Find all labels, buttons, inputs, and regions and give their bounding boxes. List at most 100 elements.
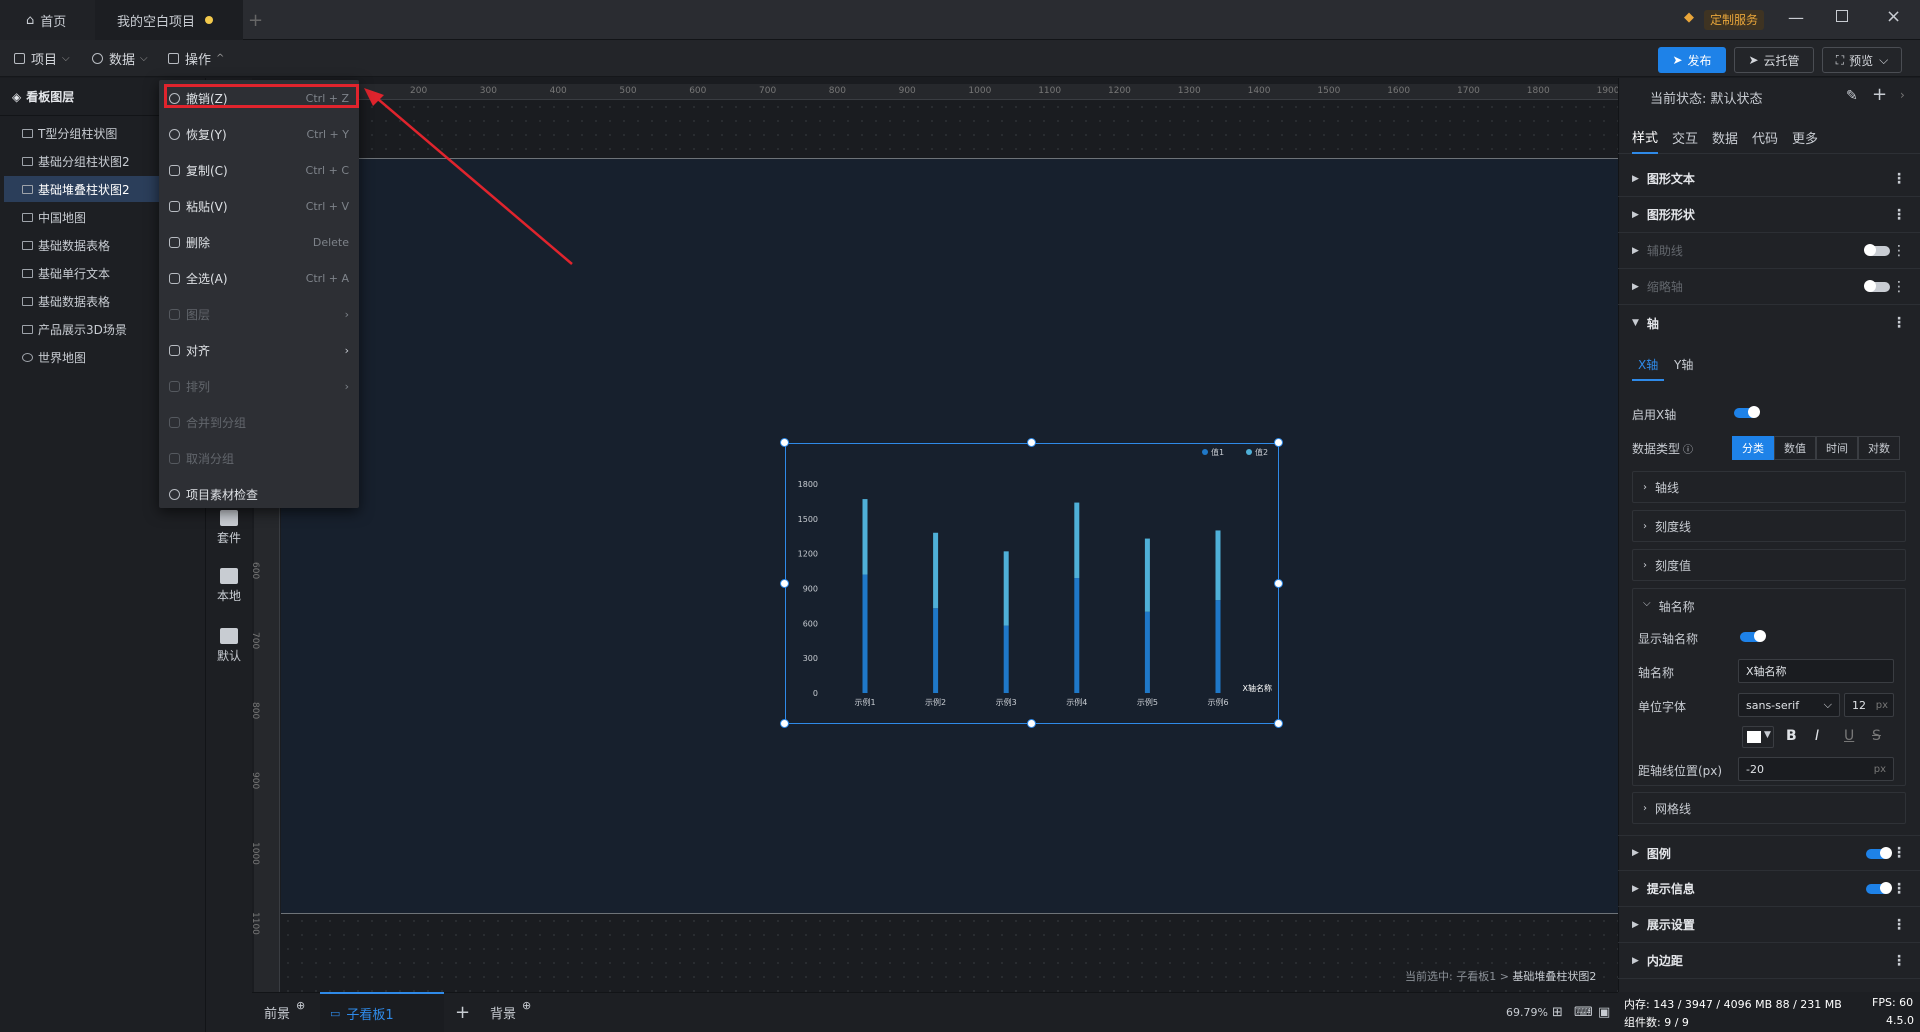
tab-y-axis[interactable]: Y轴 <box>1674 356 1693 373</box>
tab-home[interactable]: ⌂ 首页 <box>0 0 95 40</box>
section-tooltip[interactable]: ▶ 提示信息 ⋮ <box>1618 871 1920 907</box>
more-icon[interactable]: ⋮ <box>1892 207 1906 223</box>
layer-item[interactable]: 基础单行文本 <box>4 260 162 286</box>
tab-style[interactable]: 样式 <box>1632 120 1659 154</box>
section-aux-line[interactable]: ▶ 辅助线 ⋮ <box>1618 233 1920 269</box>
tab-data[interactable]: 数据 <box>1712 120 1738 154</box>
menu-project[interactable]: 项目 ⌵ <box>14 40 70 77</box>
zoom-level[interactable]: 69.79% <box>1506 992 1548 1032</box>
section-padding[interactable]: ▶ 内边距 ⋮ <box>1618 943 1920 979</box>
more-icon[interactable]: ⋮ <box>1892 315 1906 331</box>
layer-item[interactable]: 基础分组柱状图2 <box>4 148 162 174</box>
section-axis[interactable]: ▼ 轴 ⋮ <box>1618 305 1920 341</box>
zoom-axis-toggle[interactable] <box>1864 280 1890 292</box>
plus-icon[interactable]: + <box>1872 84 1887 105</box>
help-icon[interactable]: ⓘ <box>1683 445 1693 456</box>
menu-item-asset-check[interactable]: 项目素材检查 <box>159 476 359 512</box>
menu-item-select-all[interactable]: 全选(A) Ctrl + A <box>159 260 359 296</box>
more-icon[interactable]: ⋮ <box>1892 953 1906 969</box>
resize-handle[interactable] <box>1274 719 1283 728</box>
add-tab-button[interactable]: + <box>248 0 263 40</box>
section-shape-form[interactable]: ▶ 图形形状 ⋮ <box>1618 197 1920 233</box>
tab-code[interactable]: 代码 <box>1752 120 1778 154</box>
resize-handle[interactable] <box>780 719 789 728</box>
data-type-category[interactable]: 分类 <box>1732 436 1774 460</box>
resize-handle[interactable] <box>1027 438 1036 447</box>
color-picker[interactable]: ▼ <box>1742 726 1774 748</box>
section-zoom-axis[interactable]: ▶ 缩略轴 ⋮ <box>1618 269 1920 305</box>
layer-item[interactable]: 基础数据表格 <box>4 288 162 314</box>
tab-interaction[interactable]: 交互 <box>1672 120 1698 154</box>
terminal-icon[interactable]: ▣ <box>1598 992 1610 1032</box>
tab-more[interactable]: 更多 <box>1792 120 1818 154</box>
tab-project[interactable]: 我的空白项目 <box>95 0 243 40</box>
data-type-time[interactable]: 时间 <box>1816 436 1858 460</box>
more-icon[interactable]: ⋮ <box>1892 917 1906 933</box>
subsection-grid-line[interactable]: › 网格线 <box>1632 792 1906 824</box>
local-tool[interactable]: 本地 <box>206 568 252 604</box>
more-icon[interactable]: ⋮ <box>1892 171 1906 187</box>
legend-toggle[interactable] <box>1866 847 1892 859</box>
fit-screen-icon[interactable]: ⊞ <box>1552 992 1563 1032</box>
menu-item-copy[interactable]: 复制(C) Ctrl + C <box>159 152 359 188</box>
aux-line-toggle[interactable] <box>1864 244 1890 256</box>
subsection-tick-line[interactable]: › 刻度线 <box>1632 510 1906 542</box>
more-icon[interactable]: ⋮ <box>1892 243 1906 259</box>
section-legend[interactable]: ▶ 图例 ⋮ <box>1618 835 1920 871</box>
font-family-select[interactable]: sans-serif ⌵ <box>1738 693 1840 717</box>
layer-item[interactable]: 世界地图 <box>4 344 162 370</box>
layer-item[interactable]: 基础数据表格 <box>4 232 162 258</box>
italic-icon[interactable]: I <box>1815 728 1819 744</box>
more-icon[interactable]: ⋮ <box>1892 845 1906 861</box>
resize-handle[interactable] <box>780 438 789 447</box>
data-type-value[interactable]: 数值 <box>1774 436 1816 460</box>
chart-selection-box[interactable] <box>785 443 1279 724</box>
more-icon[interactable]: ⋮ <box>1892 881 1906 897</box>
more-icon[interactable]: ⋮ <box>1892 279 1906 295</box>
subsection-axis-line[interactable]: › 轴线 <box>1632 471 1906 503</box>
default-tool[interactable]: 默认 <box>206 628 252 664</box>
breadcrumb-current[interactable]: 基础堆叠柱状图2 <box>1512 970 1596 983</box>
data-type-log[interactable]: 对数 <box>1858 436 1900 460</box>
tab-sub-board[interactable]: ▭ 子看板1 <box>320 992 444 1032</box>
preview-button[interactable]: ⛶ 预览 ⌵ <box>1822 47 1902 73</box>
menu-item-redo[interactable]: 恢复(Y) Ctrl + Y <box>159 116 359 152</box>
section-shape-text[interactable]: ▶ 图形文本 ⋮ <box>1618 161 1920 197</box>
restore-icon[interactable] <box>1836 10 1848 22</box>
chevron-right-icon[interactable]: › <box>1900 88 1905 102</box>
menu-item-paste[interactable]: 粘贴(V) Ctrl + V <box>159 188 359 224</box>
enable-x-toggle[interactable] <box>1734 406 1760 418</box>
section-display[interactable]: ▶ 展示设置 ⋮ <box>1618 907 1920 943</box>
layer-item[interactable]: T型分组柱状图 <box>4 120 162 146</box>
font-size-input[interactable]: 12 px <box>1844 693 1894 717</box>
show-axis-name-toggle[interactable] <box>1740 630 1766 642</box>
add-board-button[interactable]: + <box>455 992 470 1032</box>
axis-name-input[interactable]: X轴名称 <box>1738 659 1894 683</box>
menu-item-delete[interactable]: 删除 Delete <box>159 224 359 260</box>
layer-item[interactable]: 产品展示3D场景 <box>4 316 162 342</box>
close-icon[interactable]: × <box>1886 6 1901 27</box>
resize-handle[interactable] <box>1274 438 1283 447</box>
custom-service-button[interactable]: 定制服务 <box>1704 10 1765 30</box>
edit-icon[interactable]: ✎ <box>1846 88 1858 104</box>
publish-button[interactable]: ➤ 发布 <box>1658 47 1726 73</box>
plus-circle-icon[interactable]: ⊕ <box>296 999 305 1012</box>
minimize-icon[interactable]: — <box>1788 8 1804 27</box>
underline-icon[interactable]: U <box>1844 728 1854 744</box>
tab-background[interactable]: 背景 ⊕ <box>490 992 531 1032</box>
resize-handle[interactable] <box>1274 579 1283 588</box>
layer-item-selected[interactable]: 基础堆叠柱状图2 <box>4 176 162 202</box>
tab-x-axis[interactable]: X轴 <box>1632 356 1665 381</box>
bold-icon[interactable]: B <box>1786 728 1797 744</box>
plus-circle-icon[interactable]: ⊕ <box>522 999 531 1012</box>
resize-handle[interactable] <box>1027 719 1036 728</box>
resize-handle[interactable] <box>780 579 789 588</box>
menu-data[interactable]: 数据 ⌵ <box>92 40 148 77</box>
menu-operate[interactable]: 操作 ^ <box>168 40 224 77</box>
keyboard-icon[interactable]: ⌨ <box>1574 992 1593 1032</box>
tab-foreground[interactable]: 前景 ⊕ <box>264 992 305 1032</box>
cloud-host-button[interactable]: ➤ 云托管 <box>1734 47 1814 73</box>
offset-input[interactable]: -20 px <box>1738 757 1894 781</box>
kit-tool[interactable]: 套件 <box>206 510 252 546</box>
menu-item-align[interactable]: 对齐 › <box>159 332 359 368</box>
